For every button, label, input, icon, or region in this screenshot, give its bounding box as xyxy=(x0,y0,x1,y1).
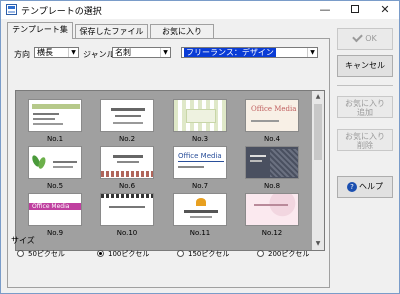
orientation-value: 横長 xyxy=(37,48,53,57)
delete-favorite-label-line1: お気に入り xyxy=(345,132,385,141)
tab-templates[interactable]: テンプレート集 xyxy=(7,22,73,39)
template-thumbnail xyxy=(173,99,227,132)
genre-value: 名刺 xyxy=(115,48,131,57)
radio-label: 200ピクセル xyxy=(268,250,310,258)
chevron-down-icon: ▼ xyxy=(160,48,170,57)
add-favorite-label-line2: 追加 xyxy=(357,108,373,117)
template-label: No.5 xyxy=(46,182,64,190)
template-grid[interactable]: No.1 No.2 No.3 Office Media No.4 No.5 No… xyxy=(15,90,325,251)
template-grid-scrollbar[interactable]: ▲ ▼ xyxy=(312,91,324,250)
help-icon: ? xyxy=(347,181,357,192)
card-text: Office Media xyxy=(32,203,70,210)
scroll-thumb[interactable] xyxy=(314,104,322,160)
radio-label: 50ピクセル xyxy=(28,250,65,258)
minimize-button[interactable]: — xyxy=(310,1,340,19)
check-icon xyxy=(352,31,364,43)
category-select[interactable]: フリーランス：デザイン ▼ xyxy=(181,47,318,58)
template-label: No.1 xyxy=(46,135,64,143)
title-bar[interactable]: テンプレートの選択 — ✕ xyxy=(1,1,399,19)
template-label: No.7 xyxy=(191,182,209,190)
category-value: フリーランス：デザイン xyxy=(184,48,276,57)
template-thumbnail xyxy=(173,193,227,226)
radio-checked-icon xyxy=(97,250,104,257)
radio-icon xyxy=(17,250,24,257)
radio-icon xyxy=(177,250,184,257)
delete-favorite-button[interactable]: お気に入り 削除 xyxy=(337,129,393,151)
app-icon xyxy=(6,4,17,15)
help-label: ヘルプ xyxy=(359,182,383,191)
radio-icon xyxy=(257,250,264,257)
template-thumbnail: Office Media xyxy=(28,193,82,226)
size-group: サイズ 50ピクセル 100ピクセル 150ピクセル 200ピクセル xyxy=(11,235,323,263)
chevron-down-icon: ▼ xyxy=(68,48,78,57)
radio-label: 150ピクセル xyxy=(188,250,230,258)
ok-label: OK xyxy=(365,34,377,43)
template-thumbnail xyxy=(100,146,154,179)
size-group-title: サイズ xyxy=(11,236,35,245)
template-select-window: テンプレートの選択 — ✕ テンプレート集 保存したファイルから お気に入り 方… xyxy=(0,0,400,294)
template-thumbnail xyxy=(28,99,82,132)
delete-favorite-label-line2: 削除 xyxy=(357,141,373,150)
window-title: テンプレートの選択 xyxy=(21,7,102,17)
dialog-client: テンプレート集 保存したファイルから お気に入り 方向 横長 ▼ ジャンル 名刺… xyxy=(1,19,399,293)
template-thumbnail xyxy=(245,146,299,179)
card-text: Office Media xyxy=(251,105,297,113)
template-label: No.8 xyxy=(263,182,281,190)
template-thumbnail: Office Media xyxy=(245,99,299,132)
chevron-down-icon: ▼ xyxy=(307,48,317,57)
ok-button[interactable]: OK xyxy=(337,28,393,50)
template-thumbnail: Office Media xyxy=(173,146,227,179)
template-label: No.3 xyxy=(191,135,209,143)
close-button[interactable]: ✕ xyxy=(370,1,400,19)
button-separator xyxy=(337,85,393,86)
add-favorite-button[interactable]: お気に入り 追加 xyxy=(337,96,393,118)
maximize-icon xyxy=(351,5,359,13)
orientation-label: 方向 xyxy=(14,50,30,59)
template-label: No.6 xyxy=(118,182,136,190)
template-label: No.2 xyxy=(118,135,136,143)
radio-label: 100ピクセル xyxy=(108,250,150,258)
template-thumbnail xyxy=(28,146,82,179)
genre-select[interactable]: 名刺 ▼ xyxy=(112,47,171,58)
cancel-button[interactable]: キャンセル xyxy=(337,55,393,77)
template-thumbnail xyxy=(245,193,299,226)
orientation-select[interactable]: 横長 ▼ xyxy=(34,47,79,58)
scroll-up-arrow-icon[interactable]: ▲ xyxy=(312,91,324,103)
tab-favorites[interactable]: お気に入り xyxy=(150,24,214,38)
help-button[interactable]: ? ヘルプ xyxy=(337,176,393,198)
tab-saved-files[interactable]: 保存したファイルから xyxy=(75,24,148,49)
template-thumbnail xyxy=(100,193,154,226)
add-favorite-label-line1: お気に入り xyxy=(345,99,385,108)
maximize-button[interactable] xyxy=(340,1,370,19)
template-label: No.4 xyxy=(263,135,281,143)
card-text: Office Media xyxy=(178,152,222,160)
template-thumbnail xyxy=(100,99,154,132)
genre-label: ジャンル xyxy=(83,50,115,59)
